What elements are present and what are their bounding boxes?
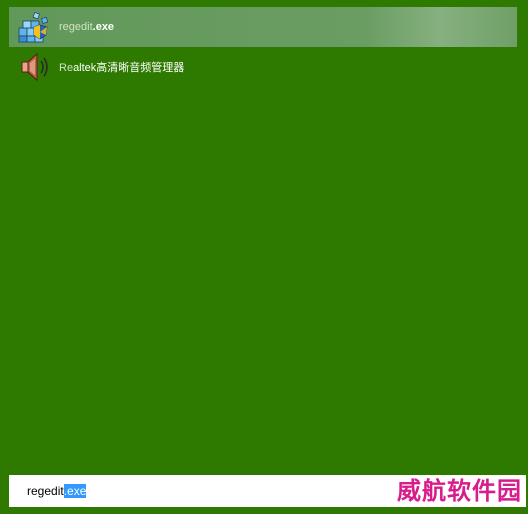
result-match-text: regedit	[59, 21, 93, 33]
watermark-logo: 威航软件园	[397, 476, 522, 505]
search-results-list: regedit.exe Realtek高清晰音频管理器	[9, 7, 517, 87]
result-item-regedit[interactable]: regedit.exe	[9, 7, 517, 47]
result-item-realtek[interactable]: Realtek高清晰音频管理器	[9, 47, 517, 87]
result-label: Realtek高清晰音频管理器	[59, 59, 184, 75]
speaker-icon	[15, 49, 51, 85]
run-dialog-panel: regedit.exe Realtek高清晰音频管理器 regedit.exe …	[0, 0, 528, 514]
search-typed-text: regedit	[27, 484, 64, 498]
result-match-text: Re	[59, 62, 74, 74]
search-input[interactable]: regedit.exe	[27, 484, 87, 498]
registry-editor-icon	[15, 9, 51, 45]
result-rest-text: .exe	[92, 21, 115, 33]
result-rest-text: altek高清晰音频管理器	[73, 62, 185, 74]
result-label: regedit.exe	[59, 21, 114, 33]
search-autocomplete-selection: .exe	[63, 484, 87, 498]
